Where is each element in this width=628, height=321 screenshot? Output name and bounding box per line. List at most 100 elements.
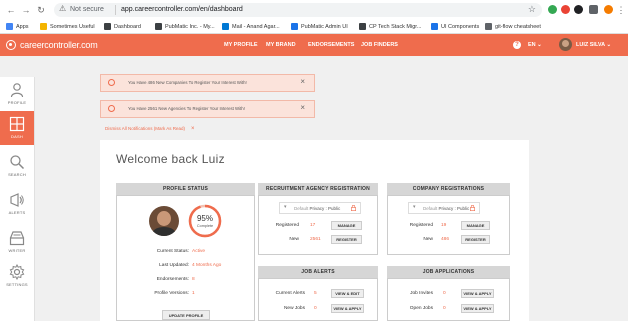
back-arrow-icon[interactable]: ← [6, 4, 16, 16]
help-icon[interactable]: ? [513, 41, 521, 49]
url-text[interactable]: app.careercontroller.com/en/dashboard [121, 6, 243, 13]
bookmark-icon [6, 23, 13, 30]
sidebar-item-label: ALERTS [8, 210, 26, 215]
address-bar[interactable]: ⚠ Not secure app.careercontroller.com/en… [54, 3, 542, 17]
bookmark-item[interactable]: Dashboard [104, 22, 141, 31]
status-value: 1 [192, 291, 195, 296]
chevron-down-icon: ▾ [284, 204, 287, 210]
view-apply-open-jobs-button[interactable]: VIEW & APPLY [461, 304, 494, 313]
notification-banner: You Have 2561 New Agencies To Register Y… [100, 100, 315, 118]
bookmark-item[interactable]: PubMatic Admin UI [291, 22, 348, 31]
new-label: New [423, 237, 433, 242]
privacy-select[interactable]: ▾ Default Privacy : Public [408, 202, 480, 214]
registered-label: Registered [409, 223, 433, 228]
language-label: EN [528, 42, 536, 48]
alert-broadcast-icon [10, 193, 24, 207]
sidebar-item-settings[interactable]: SETTINGS [0, 259, 34, 293]
bookmark-icon [155, 23, 162, 30]
logo[interactable]: careercontroller.com [6, 39, 98, 51]
bookmark-label: UI Components [441, 23, 480, 30]
notification-text[interactable]: You Have 486 New Companies To Register Y… [128, 80, 247, 85]
manage-agencies-button[interactable]: MANAGE [331, 221, 362, 230]
bookmark-item[interactable]: Mail - Anand Agar... [222, 22, 280, 31]
reload-icon[interactable]: ↻ [36, 4, 46, 16]
register-companies-button[interactable]: REGISTER [461, 235, 490, 244]
bookmark-label: PubMatic Admin UI [301, 23, 348, 30]
close-icon[interactable]: × [300, 103, 305, 112]
logo-text: careercontroller.com [20, 40, 98, 50]
view-edit-alerts-button[interactable]: VIEW & EDIT [331, 289, 364, 298]
extension-icon[interactable] [548, 5, 557, 14]
manage-companies-button[interactable]: MANAGE [461, 221, 490, 230]
chevron-down-icon: ⌄ [537, 42, 542, 48]
bookmark-item[interactable]: git-flow cheatsheet [485, 22, 541, 31]
sidebar-item-dash[interactable]: DASH [0, 111, 34, 145]
status-value: 8 [192, 277, 195, 282]
nav-job-finders[interactable]: JOB FINDERS [361, 42, 398, 48]
company-registrations-title: COMPANY REGISTRATIONS [387, 183, 510, 195]
job-alerts-title: JOB ALERTS [258, 266, 378, 278]
bookmarks-bar: Apps Sometimes Useful Dashboard PubMatic In… [0, 20, 628, 34]
privacy-text: Default Privacy : Public [294, 206, 340, 211]
job-invites-count: 0 [443, 291, 446, 296]
status-row: Current Status: Active [117, 249, 256, 256]
nav-endorsements[interactable]: ENDORSEMENTS [308, 42, 354, 48]
status-value: Active [192, 249, 206, 254]
bookmark-label: PubMatic Inc. - My... [165, 23, 215, 30]
extension-icon[interactable] [574, 5, 583, 14]
bookmark-icon [40, 23, 47, 30]
privacy-value: Privacy : Public [309, 206, 341, 211]
registered-count: 19 [441, 223, 447, 228]
bookmark-icon [431, 23, 438, 30]
nav-my-brand[interactable]: MY BRAND [266, 42, 296, 48]
sidebar-item-alerts[interactable]: ALERTS [0, 187, 34, 221]
view-apply-invites-button[interactable]: VIEW & APPLY [461, 289, 494, 298]
company-registrations-panel: ▾ Default Privacy : Public Registered 19… [387, 195, 510, 255]
current-alerts-count: 5 [314, 291, 317, 296]
sidebar-item-search[interactable]: SEARCH [0, 149, 34, 183]
sidebar-item-label: SEARCH [8, 172, 26, 177]
close-icon[interactable]: × [191, 126, 195, 132]
nav-my-profile[interactable]: MY PROFILE [224, 42, 258, 48]
status-label: Endorsements: [156, 277, 189, 282]
open-jobs-count: 0 [443, 306, 446, 311]
bookmark-item[interactable]: Apps [6, 22, 29, 31]
bookmark-label: Mail - Anand Agar... [232, 23, 280, 30]
privacy-select[interactable]: ▾ Default Privacy : Public [279, 202, 361, 214]
not-secure-label: Not secure [70, 6, 104, 13]
menu-dots-icon[interactable]: ⋮ [616, 4, 626, 16]
dismiss-all-link[interactable]: Dismiss All Notifications (Mark As Read)… [105, 126, 195, 132]
bookmark-item[interactable]: PubMatic Inc. - My... [155, 22, 215, 31]
view-apply-jobs-button[interactable]: VIEW & APPLY [331, 304, 364, 313]
user-menu[interactable]: LUIZ SILVA ⌄ [576, 42, 611, 48]
bookmark-item[interactable]: Sometimes Useful [40, 22, 95, 31]
privacy-text: Default Privacy : Public [423, 206, 469, 211]
registered-label: Registered [275, 223, 299, 228]
sidebar-item-profile[interactable]: PROFILE [0, 77, 34, 111]
profile-avatar-icon[interactable] [604, 5, 613, 14]
puzzle-icon[interactable] [589, 5, 598, 14]
status-label: Last Updated: [159, 263, 189, 268]
update-profile-button[interactable]: UPDATE PROFILE [162, 310, 210, 320]
forward-arrow-icon[interactable]: → [21, 4, 31, 16]
register-agencies-button[interactable]: REGISTER [331, 235, 362, 244]
bookmark-item[interactable]: UI Components [431, 22, 479, 31]
bookmark-item[interactable]: CP Tech Stack Migr... [359, 22, 421, 31]
completion-percent: 95% [197, 214, 213, 223]
extension-icon[interactable] [561, 5, 570, 14]
avatar[interactable] [559, 38, 572, 51]
bookmark-star-icon[interactable]: ☆ [528, 4, 536, 15]
close-icon[interactable]: × [300, 77, 305, 86]
notification-text[interactable]: You Have 2561 New Agencies To Register Y… [128, 106, 245, 111]
sidebar: PROFILE DASH SEARCH ALERTS WRITER SETTIN… [0, 77, 35, 321]
chevron-down-icon: ⌄ [606, 42, 612, 48]
divider [115, 5, 116, 15]
current-alerts-label: Current Alerts [275, 291, 305, 296]
status-row: Profile Versions: 1 [117, 291, 256, 298]
info-warning-icon[interactable]: ⚠ [59, 4, 66, 13]
bookmark-label: Apps [16, 23, 29, 30]
avatar[interactable] [149, 206, 179, 236]
bookmark-icon [359, 23, 366, 30]
language-selector[interactable]: EN ⌄ [528, 42, 542, 48]
sidebar-item-writer[interactable]: WRITER [0, 225, 34, 259]
